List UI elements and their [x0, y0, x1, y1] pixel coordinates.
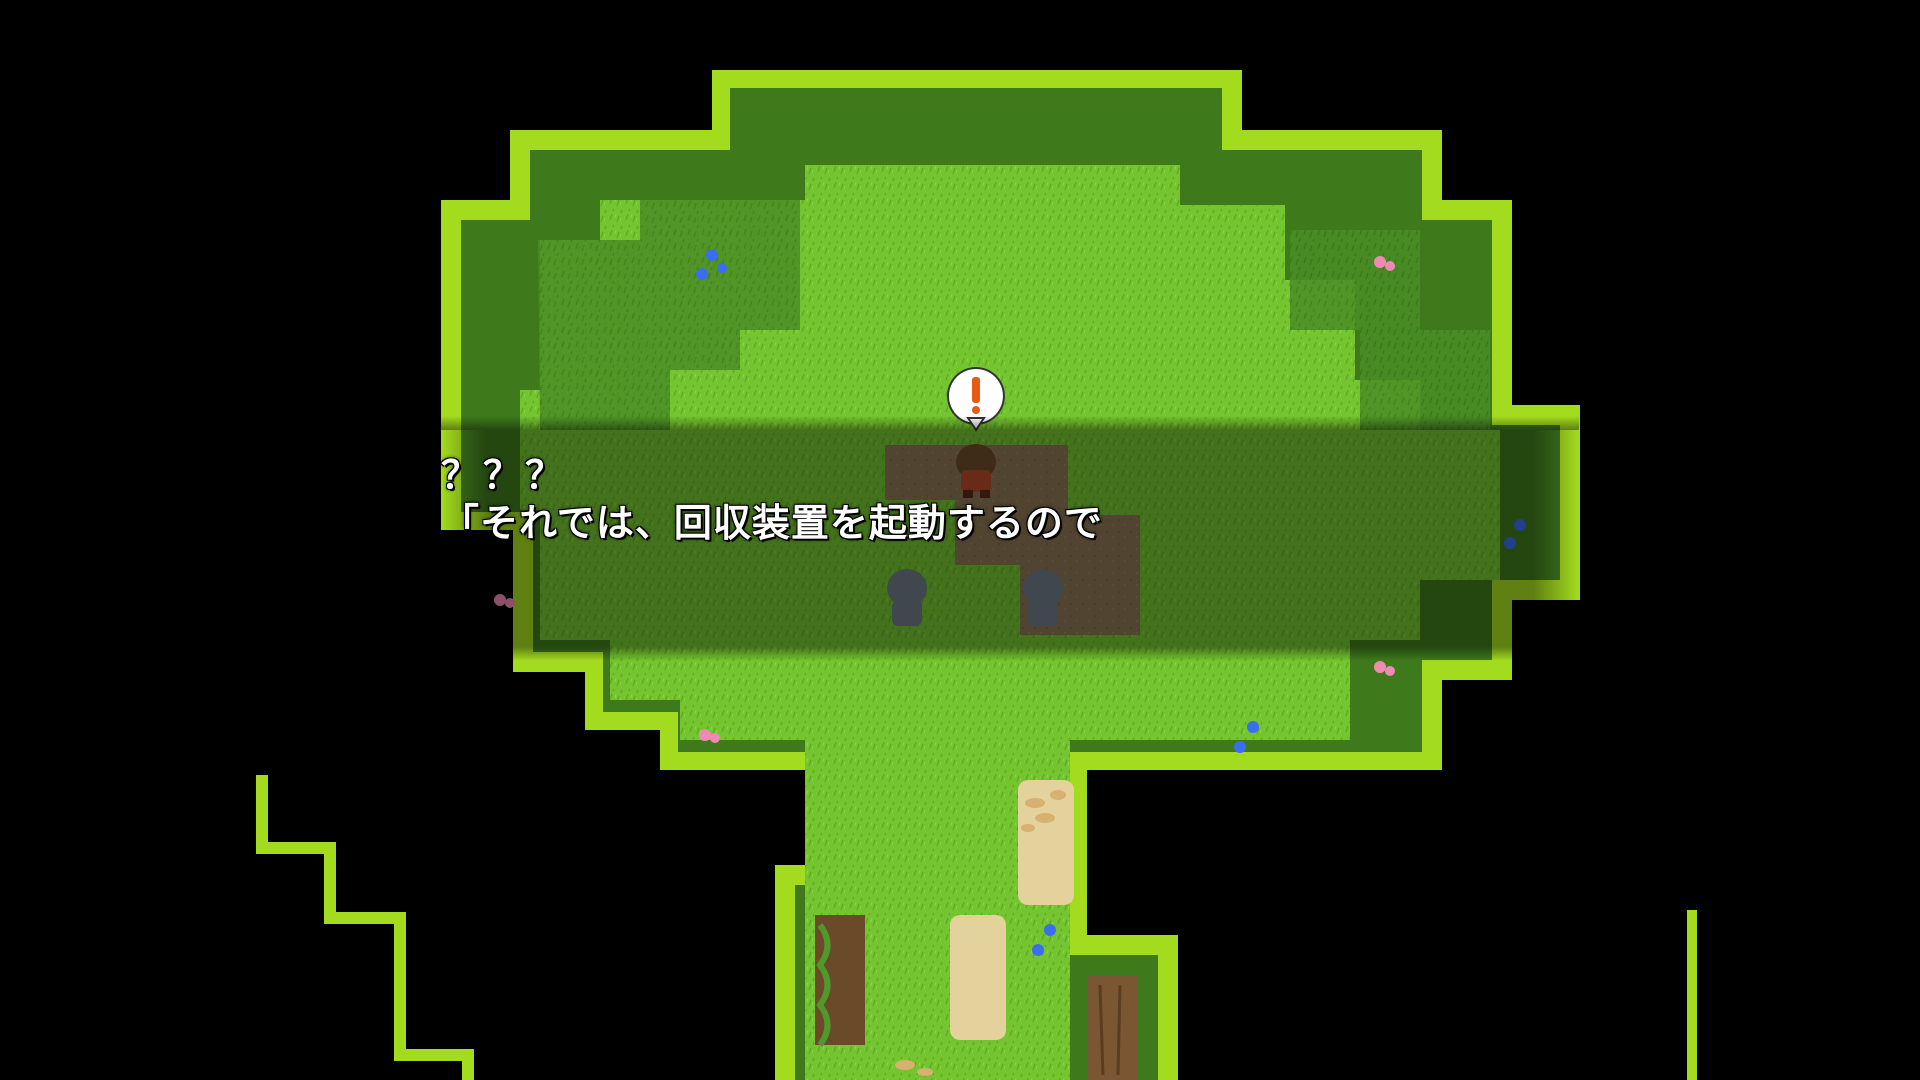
cliff-edge-left	[256, 775, 474, 1080]
sand-path	[950, 915, 1006, 1040]
message-text: 「それでは、回収装置を起動するので	[441, 501, 1103, 545]
speaker-name: ？？？	[441, 453, 568, 497]
sand-path	[1018, 780, 1074, 905]
game-screen[interactable]: ？？？ 「それでは、回収装置を起動するので	[0, 0, 1920, 1080]
message-window[interactable]: ？？？ 「それでは、回収装置を起動するので	[441, 416, 1579, 661]
tree-trunk-right	[1088, 975, 1138, 1080]
cliff-edge-right	[1687, 910, 1697, 1080]
